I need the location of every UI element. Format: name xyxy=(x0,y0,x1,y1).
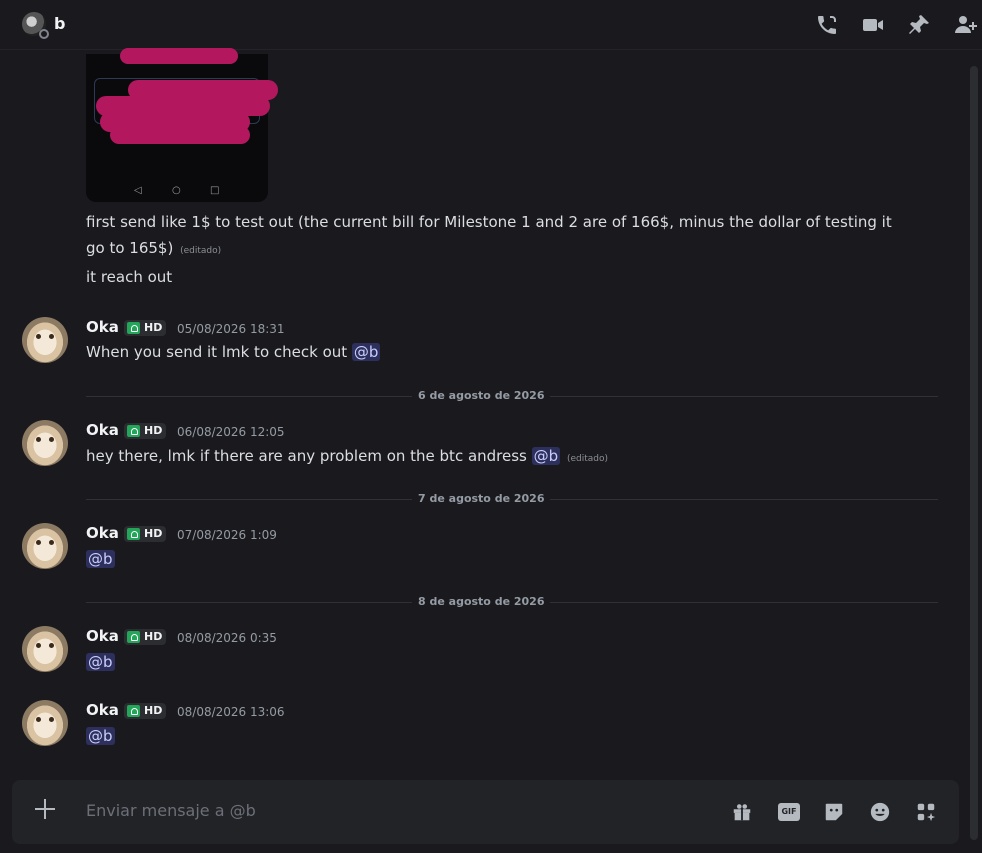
timestamp[interactable]: 07/08/2026 1:09 xyxy=(177,528,277,542)
message-text: first send like 1$ to test out (the curr… xyxy=(86,213,892,231)
hd-badge[interactable]: HD xyxy=(124,320,166,336)
message-text: it reach out xyxy=(86,268,173,286)
user-mention[interactable]: @b xyxy=(86,653,115,671)
date-divider-label: 6 de agosto de 2026 xyxy=(412,389,551,402)
user-avatar[interactable] xyxy=(22,626,68,672)
hd-badge[interactable]: HD xyxy=(124,526,166,542)
edited-label: (editado) xyxy=(180,246,222,256)
phone-call-icon[interactable] xyxy=(815,13,839,37)
gif-icon[interactable]: GIF xyxy=(778,803,800,821)
author-name[interactable]: Oka xyxy=(86,524,119,542)
emoji-icon[interactable] xyxy=(869,801,891,823)
shield-icon xyxy=(127,631,140,643)
user-mention[interactable]: @b xyxy=(86,550,115,568)
apps-icon[interactable] xyxy=(915,801,937,823)
timestamp[interactable]: 05/08/2026 18:31 xyxy=(177,322,285,336)
date-divider-label: 8 de agosto de 2026 xyxy=(412,595,551,608)
user-avatar[interactable] xyxy=(22,420,68,466)
redaction-mark xyxy=(110,126,250,144)
shield-icon xyxy=(127,705,140,717)
user-mention[interactable]: @b xyxy=(351,343,381,361)
timestamp[interactable]: 06/08/2026 12:05 xyxy=(177,425,285,439)
message-text: @b xyxy=(86,546,916,572)
edited-label: (editado) xyxy=(566,454,609,464)
dm-avatar[interactable] xyxy=(22,12,49,39)
scrollbar[interactable] xyxy=(970,66,978,840)
user-avatar[interactable] xyxy=(22,523,68,569)
channel-title: b xyxy=(54,14,66,33)
channel-header: b xyxy=(0,0,982,50)
shield-icon xyxy=(127,528,140,540)
date-divider-label: 7 de agosto de 2026 xyxy=(412,492,551,505)
timestamp[interactable]: 08/08/2026 13:06 xyxy=(177,705,285,719)
author-name[interactable]: Oka xyxy=(86,421,119,439)
message-text: hey there, lmk if there are any problem … xyxy=(86,447,609,465)
author-name[interactable]: Oka xyxy=(86,701,119,719)
add-friend-icon[interactable] xyxy=(953,13,977,37)
video-camera-icon[interactable] xyxy=(861,13,885,37)
message-text: go to 165$) (editado) xyxy=(86,239,222,257)
add-attachment-icon[interactable] xyxy=(34,798,56,820)
hd-badge[interactable]: HD xyxy=(124,703,166,719)
message-text: @b xyxy=(86,723,916,749)
redaction-mark xyxy=(120,48,238,64)
shield-icon xyxy=(127,425,140,437)
phone-navbar: ◁ ○ □ xyxy=(134,185,220,196)
author-name[interactable]: Oka xyxy=(86,627,119,645)
sticker-icon[interactable] xyxy=(823,801,845,823)
user-mention[interactable]: @b xyxy=(531,447,561,465)
timestamp[interactable]: 08/08/2026 0:35 xyxy=(177,631,277,645)
user-mention[interactable]: @b xyxy=(86,727,115,745)
hd-badge[interactable]: HD xyxy=(124,423,166,439)
message-text: When you send it lmk to check out @b xyxy=(86,343,381,361)
gift-icon[interactable] xyxy=(731,801,753,823)
message-input[interactable]: Enviar mensaje a @b xyxy=(86,801,256,820)
author-name[interactable]: Oka xyxy=(86,318,119,336)
hd-badge[interactable]: HD xyxy=(124,629,166,645)
message-text: @b xyxy=(86,649,916,675)
user-avatar[interactable] xyxy=(22,317,68,363)
message-composer: Enviar mensaje a @b GIF xyxy=(12,780,959,844)
shield-icon xyxy=(127,322,140,334)
user-avatar[interactable] xyxy=(22,700,68,746)
status-indicator xyxy=(39,29,49,39)
pin-icon[interactable] xyxy=(907,13,931,37)
